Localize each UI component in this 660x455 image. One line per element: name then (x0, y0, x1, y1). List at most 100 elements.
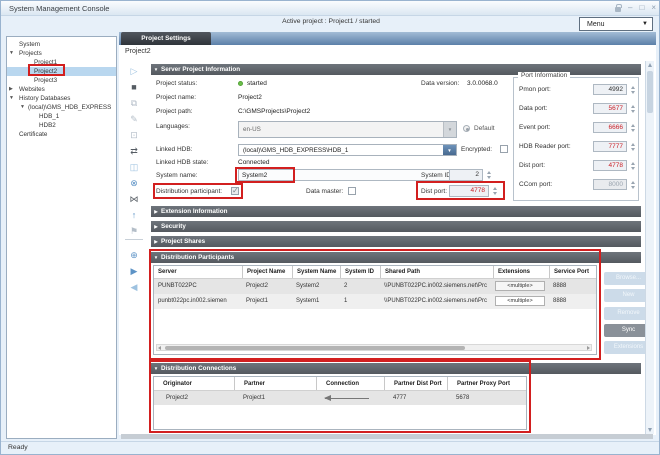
tab-project-settings[interactable]: Project Settings (121, 32, 211, 45)
spinner-up-icon[interactable] (631, 181, 635, 184)
add-button[interactable]: ⊕ (127, 245, 141, 259)
event-port-field[interactable]: 6666 (593, 122, 627, 133)
ccom-port-field[interactable]: 8000 (593, 179, 627, 190)
chevron-down-icon[interactable]: ▼ (443, 145, 456, 155)
spinner-up-icon[interactable] (631, 86, 635, 89)
chevron-down-icon[interactable]: ▼ (443, 122, 456, 137)
save-button[interactable]: ◫ (127, 157, 141, 171)
languages-combobox[interactable]: en-US ▼ (238, 121, 457, 138)
tree-item-project3[interactable]: Project3 (7, 76, 116, 85)
tree-item-projects[interactable]: ▼Projects (7, 49, 116, 58)
cancel-button[interactable]: ⊗ (127, 173, 141, 187)
scroll-down-icon[interactable] (648, 428, 652, 432)
distribution-participant-checkbox[interactable]: ✓ (231, 187, 239, 195)
tree-item-hdb2[interactable]: HDB2 (7, 121, 116, 130)
spinner-down-icon[interactable] (493, 192, 497, 195)
section-header-extension-information[interactable]: ▶Extension Information (151, 206, 641, 217)
stop-project-button[interactable]: ■ (127, 77, 141, 91)
encrypted-checkbox[interactable] (500, 145, 508, 153)
default-radio[interactable] (463, 125, 470, 132)
spinner-down-icon[interactable] (631, 167, 635, 170)
linked-hdb-state-value: Connected (238, 159, 269, 166)
scrollbar-thumb[interactable] (165, 346, 465, 350)
tree-item-certificate[interactable]: Certificate (7, 130, 116, 139)
scroll-left-icon[interactable] (158, 346, 161, 350)
dist-port-field[interactable]: 4778 (449, 185, 489, 197)
spinner-down-icon[interactable] (631, 186, 635, 189)
start-project-button[interactable]: ▷ (127, 61, 141, 75)
spinner-down-icon[interactable] (631, 91, 635, 94)
dist-port-stepper[interactable] (491, 185, 498, 197)
chevron-down-icon[interactable]: ▼ (20, 103, 25, 112)
tree-item-hdb1[interactable]: HDB_1 (7, 112, 116, 121)
extensions-combobox[interactable]: <multiple> (495, 296, 545, 306)
maximize-button[interactable]: □ (639, 2, 644, 14)
tree-item-history-databases[interactable]: ▼History Databases (7, 94, 116, 103)
tree-item-project2[interactable]: Project2 (7, 67, 116, 76)
data-master-checkbox[interactable] (348, 187, 356, 195)
unlink-button[interactable]: ⋈ (127, 189, 141, 203)
horizontal-scrollbar[interactable] (156, 344, 592, 351)
spinner-up-icon[interactable] (487, 171, 491, 174)
pin-button[interactable]: ⚑ (127, 221, 141, 235)
spinner-up-icon[interactable] (493, 187, 497, 190)
tree-item-system[interactable]: System (7, 40, 116, 49)
section-header-project-shares[interactable]: ▶Project Shares (151, 236, 641, 247)
data-port-field[interactable]: 5677 (593, 103, 627, 114)
copy-project-button[interactable]: ⧉ (127, 93, 141, 107)
distribute-button[interactable]: ⇄ (127, 141, 141, 155)
scrollbar-thumb[interactable] (647, 71, 653, 113)
menu-dropdown[interactable]: Menu ▼ (579, 17, 653, 31)
distribution-participant-label: Distribution participant: (156, 188, 222, 195)
tree-item-project1[interactable]: Project1 (7, 58, 116, 67)
system-id-field[interactable]: 2 (449, 169, 483, 181)
dist-port2-field[interactable]: 4778 (593, 160, 627, 171)
system-id-stepper[interactable] (485, 169, 492, 181)
spinner-down-icon[interactable] (631, 148, 635, 151)
section-header-security[interactable]: ▶Security (151, 221, 641, 232)
close-button[interactable]: × (651, 2, 656, 14)
spinner-up-icon[interactable] (631, 162, 635, 165)
section-header-distribution-participants[interactable]: ▼Distribution Participants (151, 252, 641, 263)
back-button[interactable]: ◀ (127, 277, 141, 291)
scroll-right-icon[interactable] (587, 346, 590, 350)
plus-circle-icon: ⊕ (130, 250, 138, 260)
tree-item-websites[interactable]: ▶Websites (7, 85, 116, 94)
pmon-port-stepper[interactable] (629, 84, 636, 96)
spinner-down-icon[interactable] (631, 129, 635, 132)
hdb-reader-port-field[interactable]: 7777 (593, 141, 627, 152)
pmon-port-field[interactable]: 4992 (593, 84, 627, 95)
screen-button[interactable]: ⊡ (127, 125, 141, 139)
tree-item-hdb-express[interactable]: ▼(local)\GMS_HDB_EXPRESS (7, 103, 116, 112)
chevron-right-icon[interactable]: ▶ (9, 85, 13, 94)
spinner-down-icon[interactable] (631, 110, 635, 113)
table-row[interactable]: PUNBT022PC Project2 System2 2 \\PUNBT022… (154, 279, 596, 294)
chevron-down-icon[interactable]: ▼ (9, 94, 14, 103)
encrypted-label: Encrypted: (461, 146, 492, 153)
table-row[interactable]: punbt022pc.in002.siemen Project1 System1… (154, 294, 596, 309)
dist-port-label: Dist port: (421, 188, 447, 195)
spinner-down-icon[interactable] (487, 176, 491, 179)
forward-button[interactable]: ▶ (127, 261, 141, 275)
section-header-distribution-connections[interactable]: ▼Distribution Connections (151, 363, 641, 374)
chevron-down-icon[interactable]: ▼ (9, 49, 14, 58)
upgrade-button[interactable]: ↑ (127, 205, 141, 219)
event-port-stepper[interactable] (629, 122, 636, 134)
linked-hdb-combobox[interactable]: (local)\GMS_HDB_EXPRESS\HDB_1 ▼ (238, 144, 457, 156)
extensions-combobox[interactable]: <multiple> (495, 281, 545, 291)
collapse-icon: ▼ (151, 252, 161, 263)
data-port-stepper[interactable] (629, 103, 636, 115)
scroll-up-icon[interactable] (648, 63, 652, 67)
spinner-up-icon[interactable] (631, 143, 635, 146)
minimize-button[interactable]: – (628, 2, 632, 14)
vertical-scrollbar[interactable] (645, 61, 654, 434)
hdb-reader-port-stepper[interactable] (629, 141, 636, 153)
dist-port2-stepper[interactable] (629, 160, 636, 172)
spinner-up-icon[interactable] (631, 124, 635, 127)
pin-icon: ⚑ (130, 226, 138, 236)
spinner-up-icon[interactable] (631, 105, 635, 108)
ccom-port-stepper[interactable] (629, 179, 636, 191)
edit-project-button[interactable]: ✎ (127, 109, 141, 123)
table-row[interactable]: Project2 Project1 4777 5678 (154, 391, 526, 405)
navigation-tree: System ▼Projects Project1 Project2 Proje… (6, 36, 117, 439)
